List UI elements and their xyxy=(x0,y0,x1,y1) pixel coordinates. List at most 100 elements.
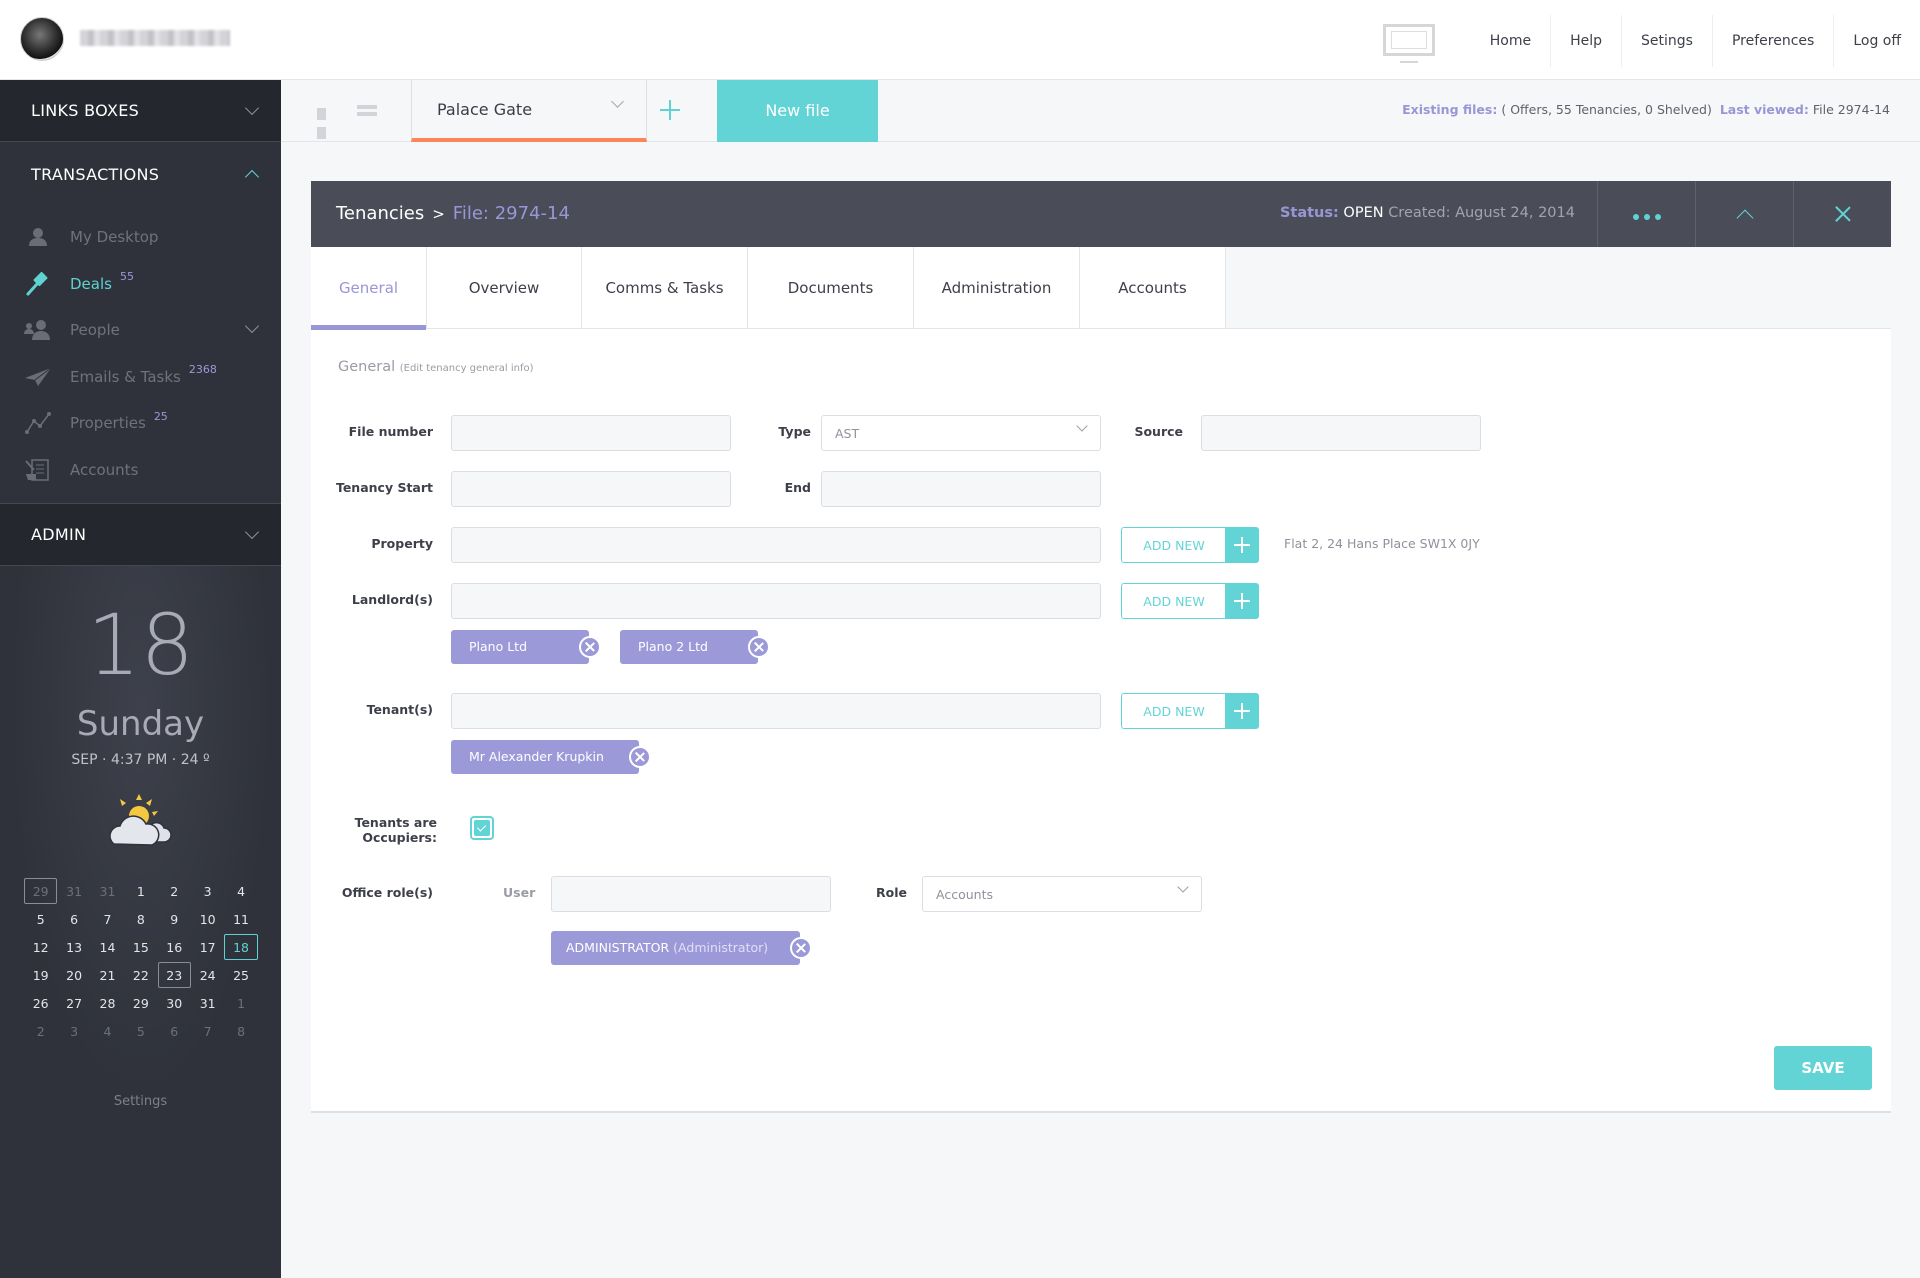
end-input[interactable] xyxy=(821,471,1101,507)
monitor-icon[interactable] xyxy=(1383,24,1435,63)
calendar-day[interactable]: 17 xyxy=(191,934,224,960)
add-icon[interactable] xyxy=(658,98,682,122)
calendar-day[interactable]: 14 xyxy=(91,934,124,960)
remove-chip-icon[interactable] xyxy=(790,937,812,959)
tab-accounts[interactable]: Accounts xyxy=(1080,247,1226,329)
calendar-day[interactable]: 23 xyxy=(157,962,191,988)
calendar-day[interactable]: 29 xyxy=(24,878,58,904)
calendar-day[interactable]: 2 xyxy=(24,1018,57,1044)
transactions-nav: My Desktop Deals 55 People Emails & Task… xyxy=(0,206,281,503)
sidebar-item-accounts[interactable]: Accounts xyxy=(0,447,281,494)
status-badge: OPEN xyxy=(1343,205,1384,221)
calendar-day[interactable]: 25 xyxy=(224,962,257,988)
calendar-day[interactable]: 18 xyxy=(224,934,258,960)
calendar-day[interactable]: 7 xyxy=(91,906,124,932)
last-viewed-value[interactable]: File 2974-14 xyxy=(1813,102,1890,117)
sidebar-item-label: Properties xyxy=(70,414,146,433)
landlords-input[interactable] xyxy=(451,583,1101,619)
calendar-day[interactable]: 1 xyxy=(224,990,257,1016)
tab-general[interactable]: General xyxy=(311,247,427,330)
tab-overview[interactable]: Overview xyxy=(427,247,582,329)
calendar-day[interactable]: 13 xyxy=(57,934,90,960)
nav-home[interactable]: Home xyxy=(1471,15,1550,67)
calendar-day[interactable]: 27 xyxy=(57,990,90,1016)
tab-comms-tasks[interactable]: Comms & Tasks xyxy=(582,247,748,329)
nav-log-off[interactable]: Log off xyxy=(1833,15,1920,67)
calendar-day[interactable]: 3 xyxy=(57,1018,90,1044)
calendar-day[interactable]: 6 xyxy=(158,1018,191,1044)
nav-settings[interactable]: Setings xyxy=(1621,15,1712,67)
tenancy-start-input[interactable] xyxy=(451,471,731,507)
property-input[interactable] xyxy=(451,527,1101,563)
user-input[interactable] xyxy=(551,876,831,912)
sidebar-item-people[interactable]: People xyxy=(0,307,281,354)
add-property-button[interactable]: ADD NEW xyxy=(1121,527,1259,563)
calendar-day[interactable]: 29 xyxy=(124,990,157,1016)
calendar-day[interactable]: 6 xyxy=(57,906,90,932)
tab-documents[interactable]: Documents xyxy=(748,247,914,329)
type-select[interactable]: AST xyxy=(821,415,1101,451)
role-select[interactable]: Accounts xyxy=(922,876,1202,912)
avatar[interactable] xyxy=(20,17,64,61)
calendar-day[interactable]: 9 xyxy=(158,906,191,932)
save-button[interactable]: SAVE xyxy=(1774,1046,1872,1090)
remove-chip-icon[interactable] xyxy=(629,746,651,768)
remove-chip-icon[interactable] xyxy=(748,636,770,658)
calendar-day[interactable]: 8 xyxy=(124,906,157,932)
calendar-day[interactable]: 19 xyxy=(24,962,57,988)
calendar-day[interactable]: 4 xyxy=(91,1018,124,1044)
calendar-day[interactable]: 5 xyxy=(124,1018,157,1044)
status-label: Status: xyxy=(1279,205,1339,221)
landlord-chip: Plano Ltd xyxy=(451,630,601,664)
file-number-input[interactable] xyxy=(451,415,731,451)
add-landlord-button[interactable]: ADD NEW xyxy=(1121,583,1259,619)
calendar-day[interactable]: 22 xyxy=(124,962,157,988)
calendar-day[interactable]: 28 xyxy=(91,990,124,1016)
sidebar-section-admin[interactable]: ADMIN xyxy=(0,503,281,566)
calendar-day[interactable]: 10 xyxy=(191,906,224,932)
close-button[interactable] xyxy=(1793,181,1891,247)
calendar-day[interactable]: 8 xyxy=(224,1018,257,1044)
collapse-button[interactable] xyxy=(1695,181,1793,247)
remove-chip-icon[interactable] xyxy=(579,636,601,658)
calendar-day[interactable]: 15 xyxy=(124,934,157,960)
calendar-settings-link[interactable]: Settings xyxy=(0,1094,281,1109)
calendar-day[interactable]: 24 xyxy=(191,962,224,988)
add-tenant-button[interactable]: ADD NEW xyxy=(1121,693,1259,729)
calendar-day[interactable]: 12 xyxy=(24,934,57,960)
nav-preferences[interactable]: Preferences xyxy=(1711,15,1833,67)
calendar-day[interactable]: 1 xyxy=(124,878,157,904)
calendar-day[interactable]: 26 xyxy=(24,990,57,1016)
calendar-day[interactable]: 21 xyxy=(91,962,124,988)
tenants-input[interactable] xyxy=(451,693,1101,729)
tab-administration[interactable]: Administration xyxy=(914,247,1080,329)
sidebar-item-emails-tasks[interactable]: Emails & Tasks 2368 xyxy=(0,354,281,401)
calendar-day[interactable]: 31 xyxy=(91,878,124,904)
sidebar-item-deals[interactable]: Deals 55 xyxy=(0,261,281,308)
calendar-day[interactable]: 5 xyxy=(24,906,57,932)
calendar-day[interactable]: 31 xyxy=(191,990,224,1016)
breadcrumb-root[interactable]: Tenancies xyxy=(336,203,424,224)
source-input[interactable] xyxy=(1201,415,1481,451)
sidebar-item-my-desktop[interactable]: My Desktop xyxy=(0,214,281,261)
nav-help[interactable]: Help xyxy=(1550,15,1621,67)
calendar-day[interactable]: 11 xyxy=(224,906,257,932)
sidebar-section-transactions[interactable]: TRANSACTIONS xyxy=(0,142,281,206)
calendar-day[interactable]: 20 xyxy=(57,962,90,988)
sidebar-item-properties[interactable]: Properties 25 xyxy=(0,400,281,447)
calendar-day[interactable]: 16 xyxy=(158,934,191,960)
calendar-day[interactable]: 4 xyxy=(224,878,257,904)
list-view-icon[interactable] xyxy=(357,105,377,117)
sidebar-section-links-boxes[interactable]: LINKS BOXES xyxy=(0,80,281,142)
calendar-day[interactable]: 30 xyxy=(158,990,191,1016)
location-dropdown[interactable]: Palace Gate xyxy=(411,80,647,142)
calendar-day[interactable]: 31 xyxy=(57,878,90,904)
new-file-button[interactable]: New file xyxy=(717,80,878,142)
calendar-day[interactable]: 3 xyxy=(191,878,224,904)
grid-view-icon[interactable] xyxy=(317,105,337,139)
more-button[interactable] xyxy=(1597,181,1695,247)
calendar-day[interactable]: 7 xyxy=(191,1018,224,1044)
calendar-day[interactable]: 2 xyxy=(158,878,191,904)
chevron-down-icon xyxy=(244,524,260,539)
occupiers-checkbox[interactable] xyxy=(470,816,494,840)
